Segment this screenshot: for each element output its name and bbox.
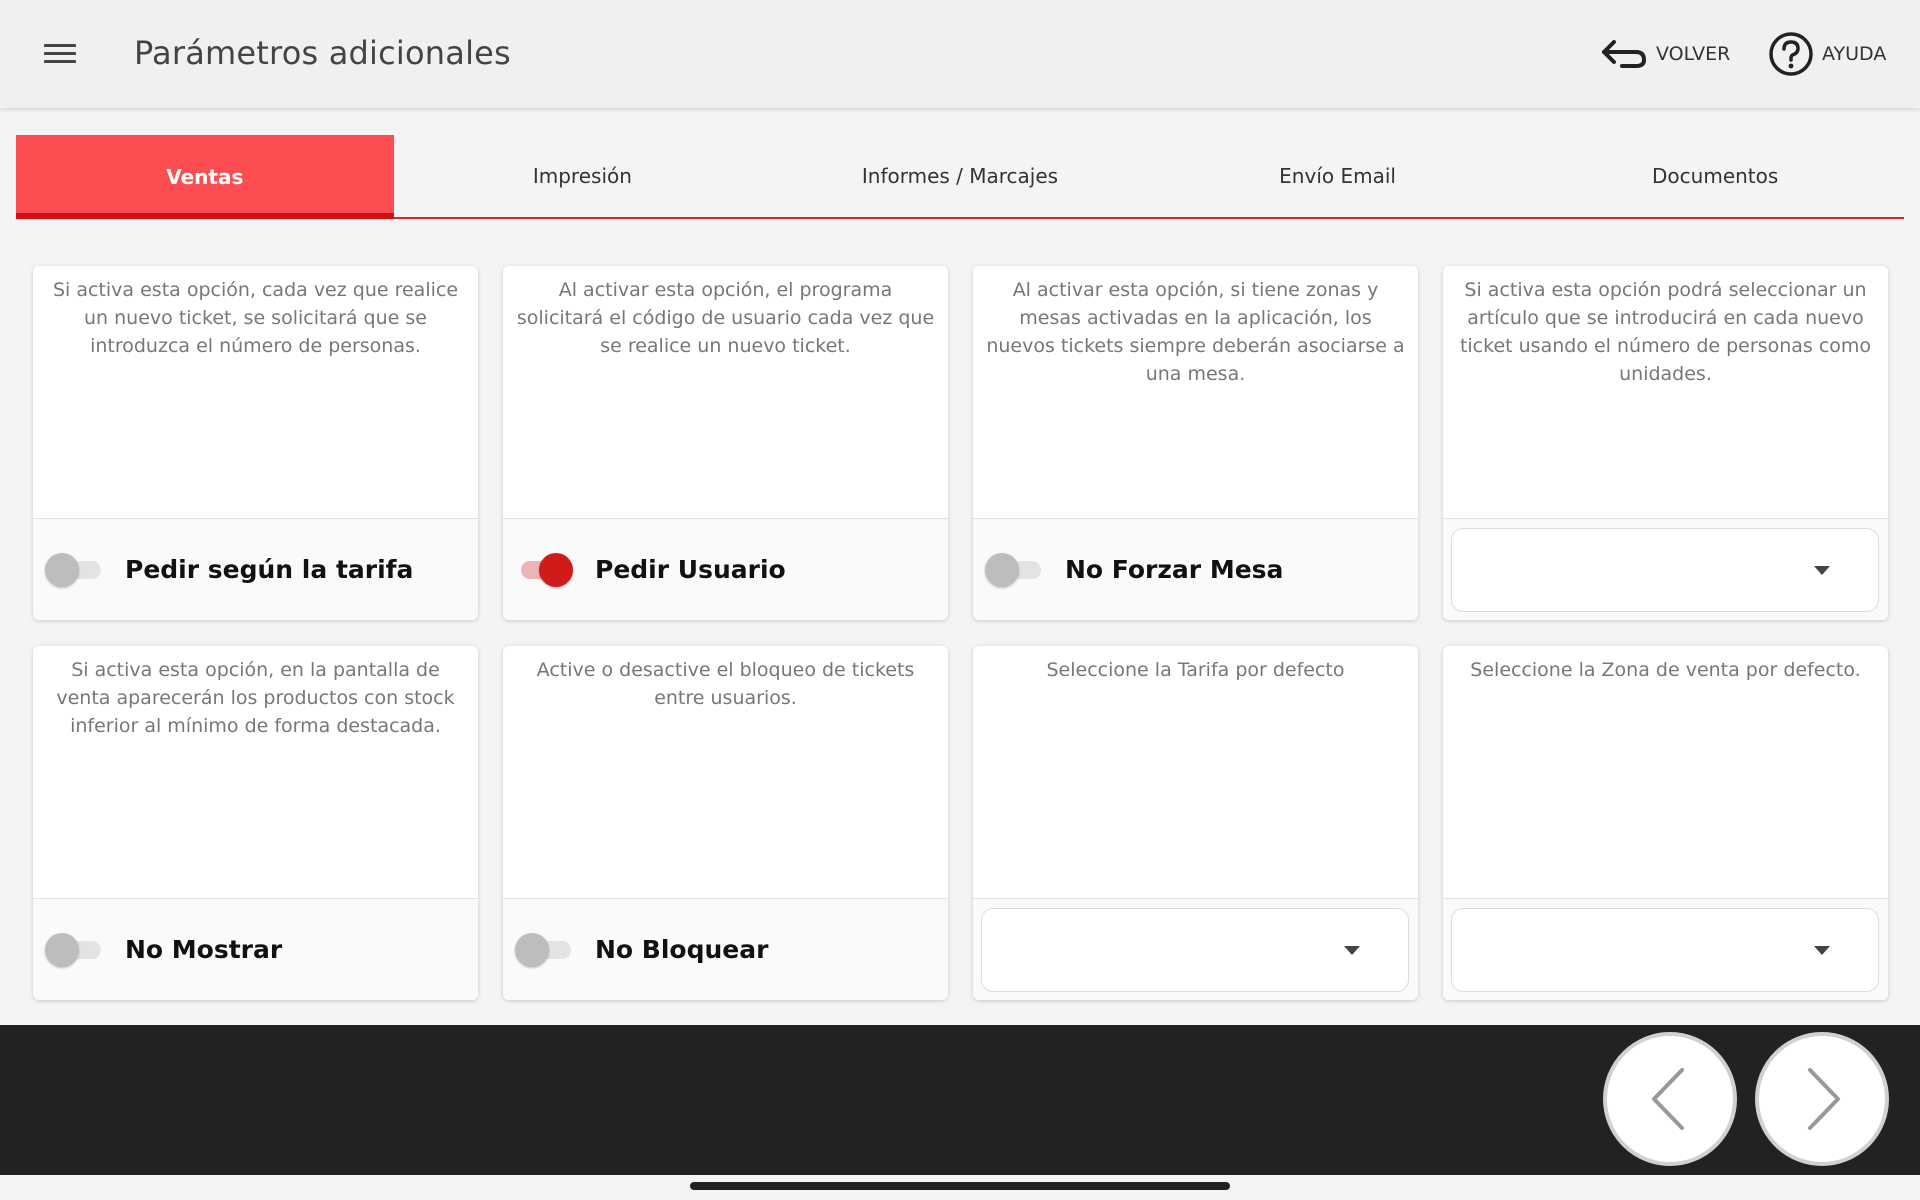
hamburger-menu-icon[interactable] bbox=[40, 36, 80, 72]
caret-down-icon bbox=[1814, 945, 1830, 955]
setting-description: Si activa esta opción podrá seleccionar … bbox=[1443, 266, 1888, 519]
setting-description: Seleccione la Tarifa por defecto bbox=[973, 646, 1418, 899]
setting-card-stock: Si activa esta opción, en la pantalla de… bbox=[33, 646, 478, 1000]
setting-card-mesa: Al activar esta opción, si tiene zonas y… bbox=[973, 266, 1418, 620]
setting-description: Al activar esta opción, si tiene zonas y… bbox=[973, 266, 1418, 519]
setting-control: No Bloquear bbox=[503, 899, 948, 1000]
setting-control bbox=[973, 899, 1418, 1000]
setting-control: No Forzar Mesa bbox=[973, 519, 1418, 620]
chevron-right-icon bbox=[1808, 1068, 1840, 1130]
usuario-toggle[interactable] bbox=[515, 550, 573, 590]
setting-control: Pedir según la tarifa bbox=[33, 519, 478, 620]
return-arrow-icon bbox=[1602, 40, 1647, 68]
chevron-left-icon bbox=[1652, 1068, 1684, 1130]
setting-card-zona: Seleccione la Zona de venta por defecto. bbox=[1443, 646, 1888, 1000]
toggle-label: Pedir según la tarifa bbox=[125, 555, 414, 584]
zona-select[interactable] bbox=[1451, 907, 1879, 992]
setting-control: No Mostrar bbox=[33, 899, 478, 1000]
settings-grid: Si activa esta opción, cada vez que real… bbox=[33, 266, 1888, 1000]
back-button[interactable]: VOLVER bbox=[1600, 28, 1730, 80]
help-button[interactable]: AYUDA bbox=[1768, 28, 1886, 80]
toggle-label: No Forzar Mesa bbox=[1065, 555, 1284, 584]
setting-description: Al activar esta opción, el programa soli… bbox=[503, 266, 948, 519]
page-title: Parámetros adicionales bbox=[134, 34, 511, 72]
articulo-select[interactable] bbox=[1451, 527, 1879, 612]
caret-down-icon bbox=[1814, 565, 1830, 575]
tarifa-select[interactable] bbox=[981, 907, 1409, 992]
help-circle-icon bbox=[1769, 32, 1813, 76]
setting-card-articulo: Si activa esta opción podrá seleccionar … bbox=[1443, 266, 1888, 620]
setting-control bbox=[1443, 519, 1888, 620]
setting-description: Si activa esta opción, cada vez que real… bbox=[33, 266, 478, 519]
tab-informes-marcajes[interactable]: Informes / Marcajes bbox=[771, 135, 1149, 217]
mesa-toggle[interactable] bbox=[985, 550, 1043, 590]
app-header: Parámetros adicionales VOLVER AYUDA bbox=[0, 0, 1920, 108]
toggle-label: No Bloquear bbox=[595, 935, 769, 964]
setting-card-bloqueo: Active o desactive el bloqueo de tickets… bbox=[503, 646, 948, 1000]
setting-control: Pedir Usuario bbox=[503, 519, 948, 620]
tab-ventas[interactable]: Ventas bbox=[16, 135, 394, 219]
setting-description: Active o desactive el bloqueo de tickets… bbox=[503, 646, 948, 899]
back-label: VOLVER bbox=[1656, 43, 1731, 65]
tab-impresion[interactable]: Impresión bbox=[394, 135, 772, 217]
setting-card-tarifa: Seleccione la Tarifa por defecto bbox=[973, 646, 1418, 1000]
toggle-label: No Mostrar bbox=[125, 935, 283, 964]
setting-card-personas: Si activa esta opción, cada vez que real… bbox=[33, 266, 478, 620]
setting-description: Seleccione la Zona de venta por defecto. bbox=[1443, 646, 1888, 899]
caret-down-icon bbox=[1344, 945, 1360, 955]
home-indicator[interactable] bbox=[690, 1182, 1230, 1190]
help-label: AYUDA bbox=[1822, 43, 1887, 65]
previous-page-button[interactable] bbox=[1603, 1032, 1737, 1166]
stock-toggle[interactable] bbox=[45, 930, 103, 970]
setting-control bbox=[1443, 899, 1888, 1000]
tab-bar: Ventas Impresión Informes / Marcajes Env… bbox=[16, 135, 1904, 219]
setting-card-usuario: Al activar esta opción, el programa soli… bbox=[503, 266, 948, 620]
setting-description: Si activa esta opción, en la pantalla de… bbox=[33, 646, 478, 899]
tab-documentos[interactable]: Documentos bbox=[1526, 135, 1904, 217]
toggle-label: Pedir Usuario bbox=[595, 555, 786, 584]
next-page-button[interactable] bbox=[1755, 1032, 1889, 1166]
personas-toggle[interactable] bbox=[45, 550, 103, 590]
bloqueo-toggle[interactable] bbox=[515, 930, 573, 970]
tab-envio-email[interactable]: Envío Email bbox=[1149, 135, 1527, 217]
